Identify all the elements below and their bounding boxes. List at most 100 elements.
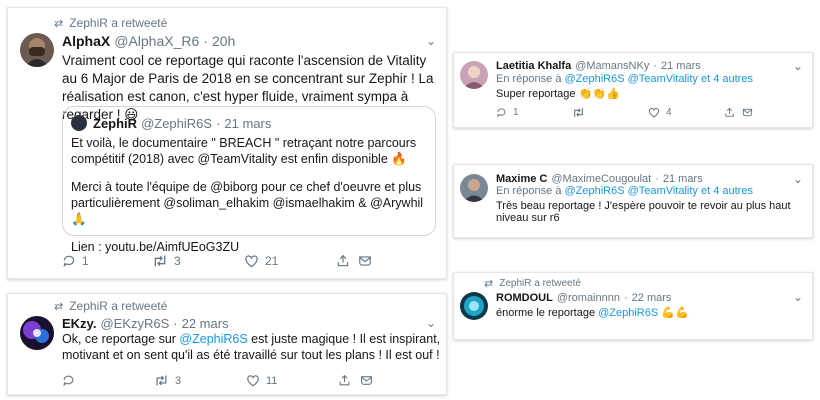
reply-icon: [63, 375, 74, 387]
quoted-line-3: Lien : youtu.be/AimfUEoG3ZU: [71, 240, 240, 254]
author-handle[interactable]: @romainnnn: [557, 292, 620, 304]
share-icon: [337, 254, 349, 267]
share-icon: [725, 107, 734, 117]
chevron-down-icon[interactable]: ⌄: [793, 172, 803, 186]
retweet-icon: [154, 255, 166, 267]
retweet-button[interactable]: 3: [154, 374, 246, 387]
tweet-card-alphax[interactable]: ⇄ ZephiR a retweeté AlphaX @AlphaX_R6 · …: [7, 7, 447, 279]
retweet-count: 3: [175, 374, 182, 387]
avatar[interactable]: [460, 174, 488, 202]
retweet-icon: [574, 108, 583, 117]
tweet-card-laetitia[interactable]: Laetitia Khalfa @MamansNKy · 21 mars ⌄ E…: [453, 52, 813, 128]
author-name[interactable]: AlphaX: [62, 33, 110, 49]
dm-icon: [359, 256, 371, 266]
retweet-label: ZephiR a retweeté: [69, 16, 168, 30]
avatar[interactable]: [20, 33, 54, 67]
mention-link[interactable]: @ZephiR6S: [179, 332, 247, 346]
tweet-text: Super reportage 👏👏👍: [496, 88, 620, 100]
chevron-down-icon[interactable]: ⌄: [426, 316, 436, 330]
author-handle[interactable]: @MaximeCougoulat: [551, 173, 651, 185]
quoted-line-2: Merci à toute l'équipe de @biborg pour c…: [71, 180, 424, 226]
reply-icon: [63, 255, 75, 268]
separator: ·: [203, 33, 208, 49]
reply-mentions[interactable]: @ZephiR6S @TeamVitality: [565, 73, 698, 85]
tweet-header: AlphaX @AlphaX_R6 · 20h: [62, 33, 235, 49]
reply-button[interactable]: 1: [496, 107, 572, 118]
author-name[interactable]: EKzy.: [62, 316, 96, 331]
dm-button[interactable]: [360, 374, 373, 387]
retweet-count: 3: [174, 254, 181, 268]
chevron-down-icon[interactable]: ⌄: [793, 290, 803, 304]
timestamp[interactable]: 22 mars: [632, 292, 672, 304]
retweet-label: ZephiR a retweeté: [69, 299, 168, 313]
retweet-indicator: ⇄ ZephiR a retweeté: [54, 16, 167, 30]
share-button[interactable]: [338, 374, 360, 387]
author-handle[interactable]: @MamansNKy: [575, 60, 649, 72]
reply-button[interactable]: [62, 374, 154, 387]
quoted-author-name: ZephiR: [93, 116, 138, 131]
dm-button[interactable]: [742, 107, 753, 118]
retweet-indicator: ⇄ ZephiR a retweeté: [54, 299, 167, 313]
separator: ·: [623, 292, 628, 304]
tweet-actions: 3 11: [62, 374, 373, 387]
quoted-tweet[interactable]: ZephiR @ZephiR6S · 21 mars Et voilà, le …: [62, 106, 436, 254]
reply-button[interactable]: 1: [62, 254, 152, 268]
retweet-button[interactable]: [572, 107, 648, 118]
tweet-header: Maxime C @MaximeCougoulat · 21 mars: [496, 173, 703, 185]
avatar[interactable]: [20, 316, 54, 350]
dm-icon: [361, 376, 372, 385]
reply-mentions[interactable]: @ZephiR6S @TeamVitality: [565, 185, 698, 197]
reply-count: 1: [513, 107, 519, 118]
share-button[interactable]: [724, 107, 742, 118]
quoted-line-1: Et voilà, le documentaire " BREACH " ret…: [71, 136, 417, 166]
retweet-icon: ⇄: [54, 17, 64, 30]
reply-count: 1: [82, 254, 89, 268]
timestamp[interactable]: 20h: [212, 33, 235, 49]
tweet-actions: 1 3 21: [62, 254, 372, 268]
clap-emoji-icon: 👏👏👍: [578, 88, 620, 100]
tweet-header: EKzy. @EKzyR6S · 22 mars: [62, 316, 229, 331]
share-button[interactable]: [336, 254, 358, 268]
mention-link[interactable]: @ZephiR6S: [598, 307, 658, 319]
reply-context: En réponse à @ZephiR6S @TeamVitality et …: [496, 73, 753, 85]
retweet-button[interactable]: 3: [152, 254, 244, 268]
like-icon: [247, 375, 259, 387]
timestamp[interactable]: 22 mars: [182, 316, 229, 331]
fire-emoji-icon: 🔥: [391, 152, 407, 166]
pray-emoji-icon: 🙏: [71, 212, 87, 226]
author-name[interactable]: ROMDOUL: [496, 292, 553, 304]
quoted-author-handle: @ZephiR6S: [141, 116, 213, 131]
author-name[interactable]: Laetitia Khalfa: [496, 60, 571, 72]
avatar[interactable]: [460, 61, 488, 89]
author-name[interactable]: Maxime C: [496, 173, 547, 185]
dm-button[interactable]: [358, 254, 372, 268]
reply-others[interactable]: et 4 autres: [701, 185, 753, 197]
like-count: 4: [666, 107, 672, 118]
tweet-text: Ok, ce reportage sur @ZephiR6S est juste…: [62, 332, 441, 362]
retweet-indicator: ⇄ ZephiR a retweeté: [484, 277, 581, 290]
reply-icon: [497, 108, 506, 118]
tweet-actions: 1 4: [496, 107, 753, 118]
like-count: 21: [265, 254, 279, 268]
tweet-header: ROMDOUL @romainnnn · 22 mars: [496, 292, 671, 304]
author-handle[interactable]: @EKzyR6S: [100, 316, 169, 331]
quoted-text: Et voilà, le documentaire " BREACH " ret…: [71, 135, 427, 255]
retweet-label: ZephiR a retweeté: [499, 278, 581, 289]
avatar[interactable]: [460, 292, 488, 320]
tweet-card-ekzy[interactable]: ⇄ ZephiR a retweeté EKzy. @EKzyR6S · 22 …: [7, 293, 447, 395]
tweet-card-romdoul[interactable]: ⇄ ZephiR a retweeté ROMDOUL @romainnnn ·…: [453, 272, 813, 340]
reply-others[interactable]: et 4 autres: [701, 73, 753, 85]
like-button[interactable]: 4: [648, 107, 724, 118]
like-button[interactable]: 11: [246, 374, 338, 387]
muscle-emoji-icon: 💪💪: [661, 307, 689, 319]
separator: ·: [216, 116, 221, 131]
separator: ·: [173, 316, 178, 331]
author-handle[interactable]: @AlphaX_R6: [114, 33, 199, 49]
like-button[interactable]: 21: [244, 254, 336, 268]
chevron-down-icon[interactable]: ⌄: [793, 59, 803, 73]
tweet-card-maxime[interactable]: Maxime C @MaximeCougoulat · 21 mars ⌄ En…: [453, 164, 813, 238]
chevron-down-icon[interactable]: ⌄: [426, 34, 436, 48]
quoted-timestamp: 21 mars: [224, 116, 272, 131]
timestamp[interactable]: 21 mars: [663, 173, 703, 185]
timestamp[interactable]: 21 mars: [661, 60, 701, 72]
